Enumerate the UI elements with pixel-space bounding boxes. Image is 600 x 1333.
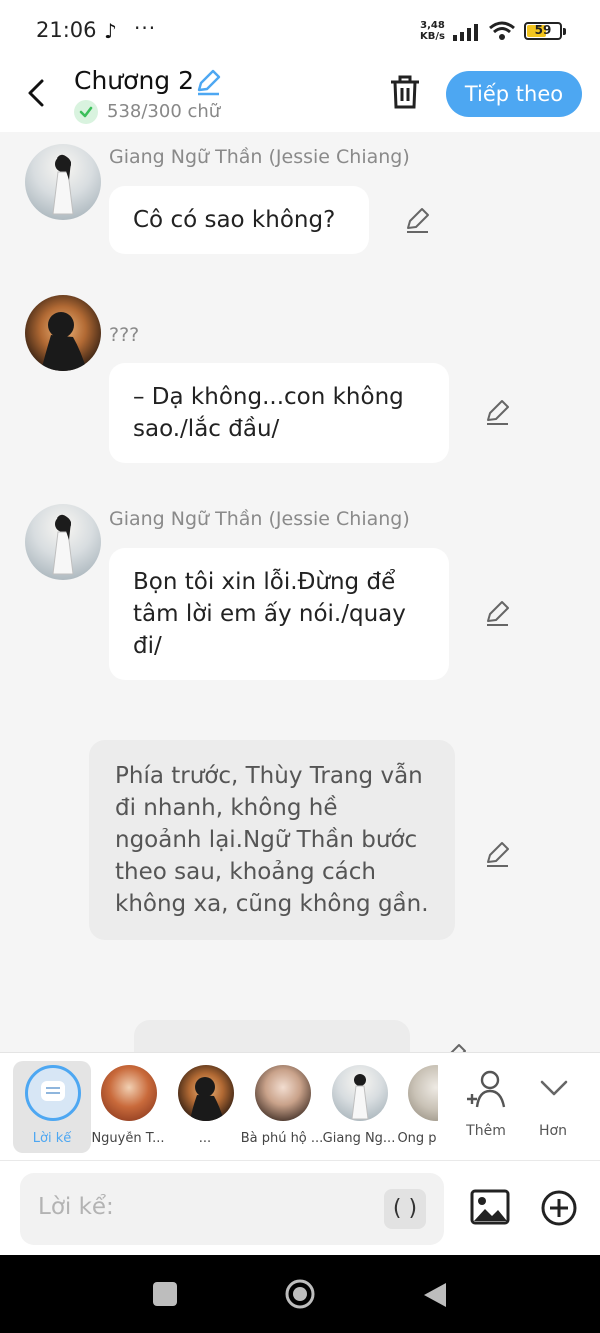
edit-message-icon[interactable] [403,206,431,234]
speaker-name: ??? [109,324,140,346]
message-bubble[interactable]: Cô có sao không? [109,186,369,254]
tiktok-icon: ♪ [104,19,117,43]
battery-cap [563,28,566,35]
speaker-name: Giang Ngữ Thần (Jessie Chiang) [109,508,410,530]
input-placeholder: Lời kể: [38,1194,114,1220]
parentheses-button[interactable]: ( ) [384,1189,426,1229]
avatar [178,1065,234,1121]
narration-input[interactable]: Lời kể: ( ) [20,1173,444,1245]
character-giang[interactable]: Giang Ng... [320,1061,398,1153]
word-count: 538/300 chữ [107,101,221,122]
input-bar: Lời kể: ( ) [0,1160,600,1255]
chat-area: Giang Ngữ Thần (Jessie Chiang) Cô có sao… [0,132,600,1052]
more-notifications-icon: ··· [134,16,157,40]
chevron-down-icon[interactable] [538,1073,570,1103]
edit-message-icon[interactable] [483,398,511,426]
avatar [255,1065,311,1121]
add-character-icon[interactable] [464,1069,510,1109]
edit-message-icon[interactable] [440,1042,468,1052]
avatar [408,1065,438,1121]
character-label: Giang Ng... [322,1131,396,1146]
chapter-title: Chương 2 [74,66,195,95]
edit-message-icon[interactable] [483,840,511,868]
next-button[interactable]: Tiếp theo [446,71,582,117]
edit-title-icon[interactable] [194,68,222,96]
character-ba-phu-ho[interactable]: Bà phú hộ ... [241,1061,323,1153]
silhouette-icon [190,1077,224,1121]
character-narrator[interactable]: Lời kể [13,1061,91,1153]
narrator-icon-inner [41,1081,65,1101]
wifi-icon [489,21,515,40]
figure-silhouette-icon [52,154,74,215]
image-icon[interactable] [470,1189,510,1225]
character-bar: Lời kể Nguyễn T... ... Bà phú hộ ... Gia… [0,1052,600,1160]
edit-message-icon[interactable] [483,599,511,627]
plus-circle-icon[interactable] [540,1189,578,1227]
avatar-unknown[interactable] [25,295,101,371]
speaker-name: Giang Ngữ Thần (Jessie Chiang) [109,146,410,168]
status-bar: 21:06 ♪ ··· 3,48 KB/s 59 [0,0,600,62]
partial-bubble[interactable] [134,1020,410,1052]
more-label[interactable]: Hơn [528,1123,578,1139]
check-icon [74,100,98,124]
narration-bubble[interactable]: Phía trước, Thùy Trang vẫn đi nhanh, khô… [89,740,455,940]
header: Chương 2 538/300 chữ Tiếp theo [0,62,600,132]
network-speed-value: 3,48 [420,20,445,31]
status-time: 21:06 [36,18,97,42]
character-ong[interactable]: Ông p [396,1061,438,1153]
home-icon[interactable] [284,1278,316,1310]
narrator-icon [25,1065,81,1121]
figure-silhouette-icon [351,1074,369,1120]
system-nav-bar [0,1255,600,1333]
battery-indicator: 59 [524,22,566,40]
character-unknown[interactable]: ... [166,1061,244,1153]
character-nguyen[interactable]: Nguyễn T... [89,1061,167,1153]
character-label: Ông p [397,1131,437,1146]
avatar [332,1065,388,1121]
avatar-jessie[interactable] [25,504,101,580]
avatar [101,1065,157,1121]
network-speed-unit: KB/s [420,31,445,42]
figure-silhouette-icon [52,514,74,575]
silhouette-icon [41,312,87,371]
message-bubble[interactable]: – Dạ không...con không sao./lắc đầu/ [109,363,449,463]
signal-icon [453,24,478,41]
recents-icon[interactable] [153,1282,177,1306]
back-arrow-icon[interactable] [22,76,52,110]
avatar-jessie[interactable] [25,144,101,220]
message-bubble[interactable]: Bọn tôi xin lỗi.Đừng để tâm lời em ấy nó… [109,548,449,680]
network-speed: 3,48 KB/s [420,20,445,42]
nav-back-icon[interactable] [422,1281,448,1309]
battery-level: 59 [534,23,552,37]
trash-icon[interactable] [388,74,422,110]
add-character-label[interactable]: Thêm [456,1123,516,1139]
